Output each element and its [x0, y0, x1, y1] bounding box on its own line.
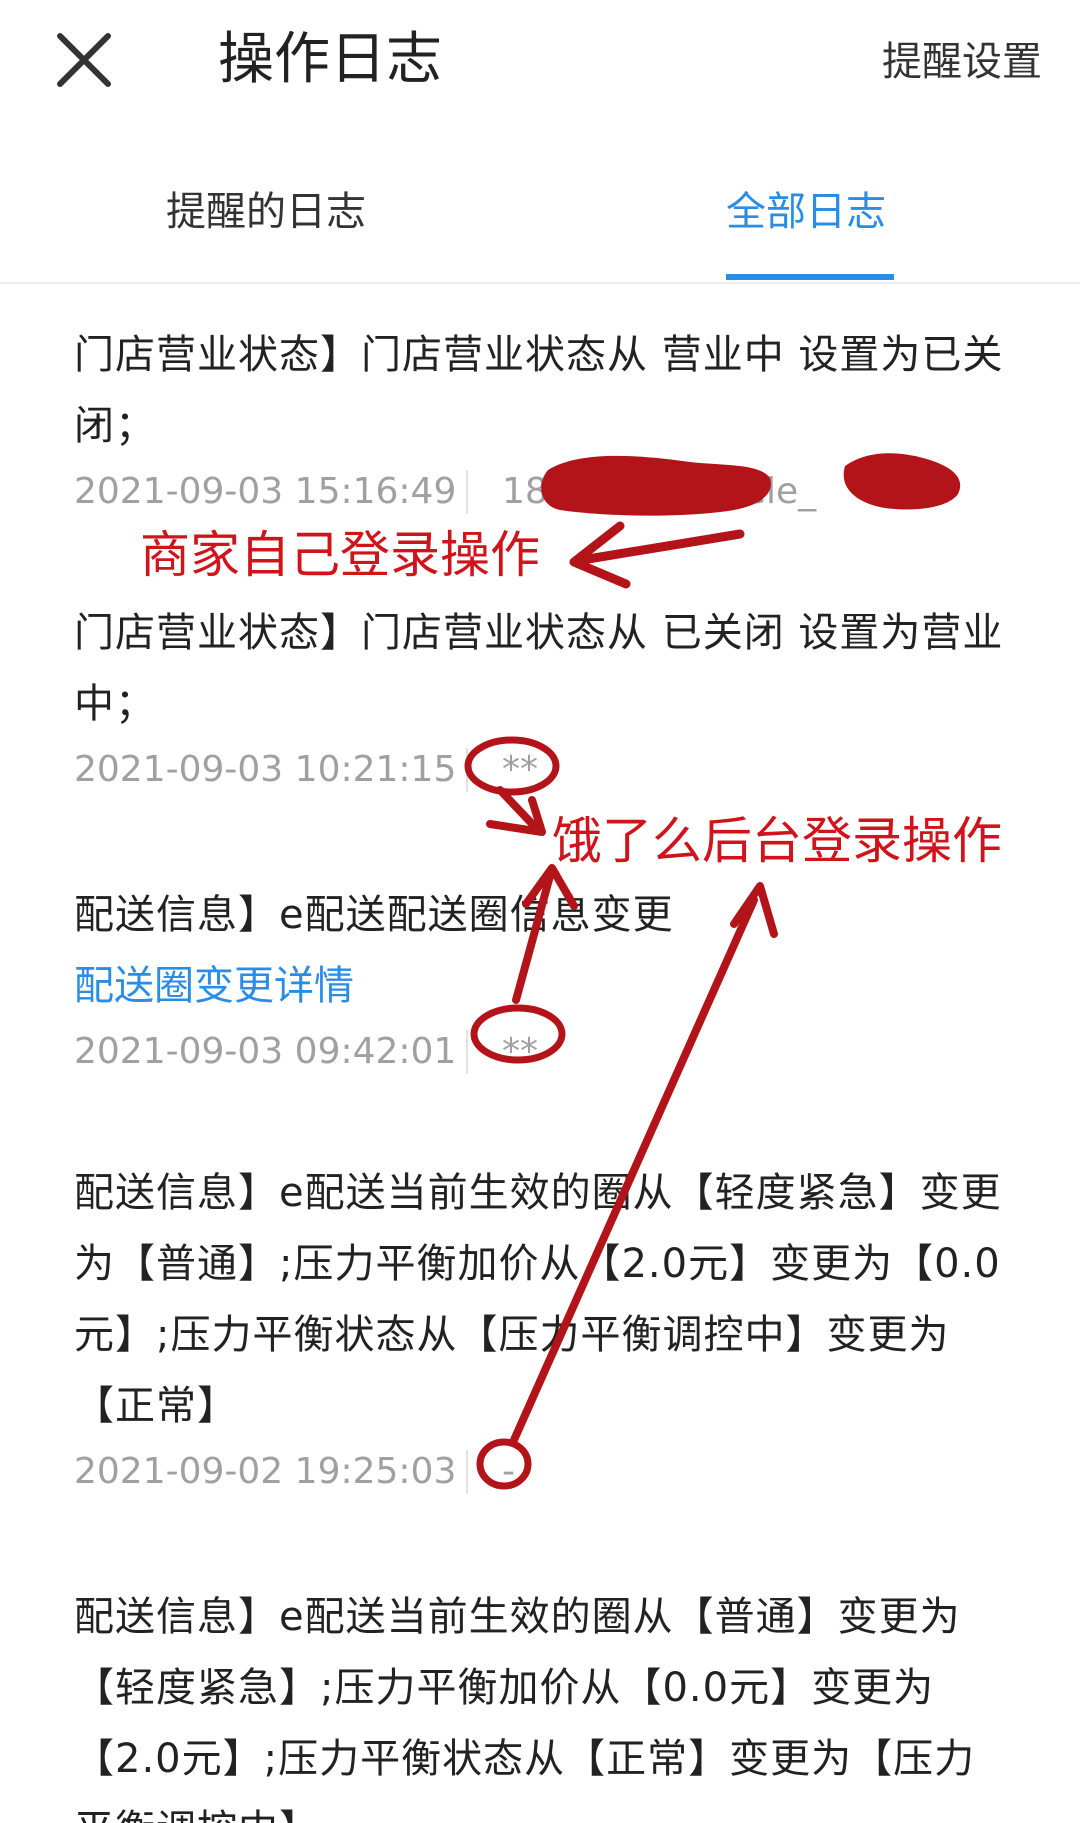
log-text: 门店营业状态】门店营业状态从 营业中 设置为已关闭；: [74, 332, 1004, 449]
log-entry: 门店营业状态】门店营业状态从 营业中 设置为已关闭； 2021-09-03 15…: [74, 320, 1014, 520]
log-operator: **: [502, 1031, 538, 1072]
delivery-zone-details-link[interactable]: 配送圈变更详情: [74, 951, 1014, 1022]
meta-divider: [466, 1450, 468, 1494]
log-operator: **: [502, 749, 538, 790]
log-time: 2021-09-02 19:25:03: [74, 1451, 457, 1492]
log-operator-tail: ele_: [743, 471, 817, 512]
log-time: 2021-09-03 09:42:01: [74, 1031, 457, 1072]
log-meta: 2021-09-03 09:42:01 **: [74, 1024, 1014, 1080]
meta-divider: [466, 1030, 468, 1074]
log-time: 2021-09-03 15:16:49: [74, 471, 457, 512]
meta-divider: [466, 470, 468, 514]
log-meta: 2021-09-02 19:25:03 -: [74, 1444, 1014, 1500]
tab-all-logs[interactable]: 全部日志: [726, 182, 886, 242]
log-text: 门店营业状态】门店营业状态从 已关闭 设置为营业中；: [74, 610, 1004, 727]
log-text: 配送信息】e配送当前生效的圈从【普通】变更为【轻度紧急】;压力平衡加价从【0.0…: [74, 1594, 976, 1823]
log-entry: 配送信息】e配送配送圈信息变更 配送圈变更详情 2021-09-03 09:42…: [74, 880, 1014, 1080]
log-operator: 18: [502, 471, 548, 512]
log-meta: 2021-09-03 15:16:49 18 ele_: [74, 464, 1014, 520]
log-time: 2021-09-03 10:21:15: [74, 749, 457, 790]
log-entry: 门店营业状态】门店营业状态从 已关闭 设置为营业中； 2021-09-03 10…: [74, 598, 1014, 798]
top-bar: 操作日志 提醒设置: [0, 0, 1080, 130]
tab-reminder-logs[interactable]: 提醒的日志: [166, 182, 366, 242]
close-icon: [57, 33, 111, 87]
log-operator: -: [502, 1451, 515, 1492]
log-list[interactable]: 门店营业状态】门店营业状态从 营业中 设置为已关闭； 2021-09-03 15…: [0, 284, 1080, 1823]
log-meta: 2021-09-03 10:21:15 **: [74, 742, 1014, 798]
tab-bar: 提醒的日志 全部日志: [0, 160, 1080, 284]
page-title: 操作日志: [218, 27, 442, 92]
log-entry: 配送信息】e配送当前生效的圈从【普通】变更为【轻度紧急】;压力平衡加价从【0.0…: [74, 1582, 1014, 1823]
log-entry: 配送信息】e配送当前生效的圈从【轻度紧急】变更为【普通】;压力平衡加价从【2.0…: [74, 1158, 1014, 1500]
log-text: 配送信息】e配送当前生效的圈从【轻度紧急】变更为【普通】;压力平衡加价从【2.0…: [74, 1170, 1002, 1429]
close-button[interactable]: [52, 28, 116, 92]
active-tab-indicator: [726, 274, 894, 280]
log-text: 配送信息】e配送配送圈信息变更: [74, 892, 674, 938]
app-root: 操作日志 提醒设置 提醒的日志 全部日志 门店营业状态】门店营业状态从 营业中 …: [0, 0, 1080, 1823]
meta-divider: [466, 748, 468, 792]
reminder-settings-button[interactable]: 提醒设置: [882, 34, 1042, 90]
